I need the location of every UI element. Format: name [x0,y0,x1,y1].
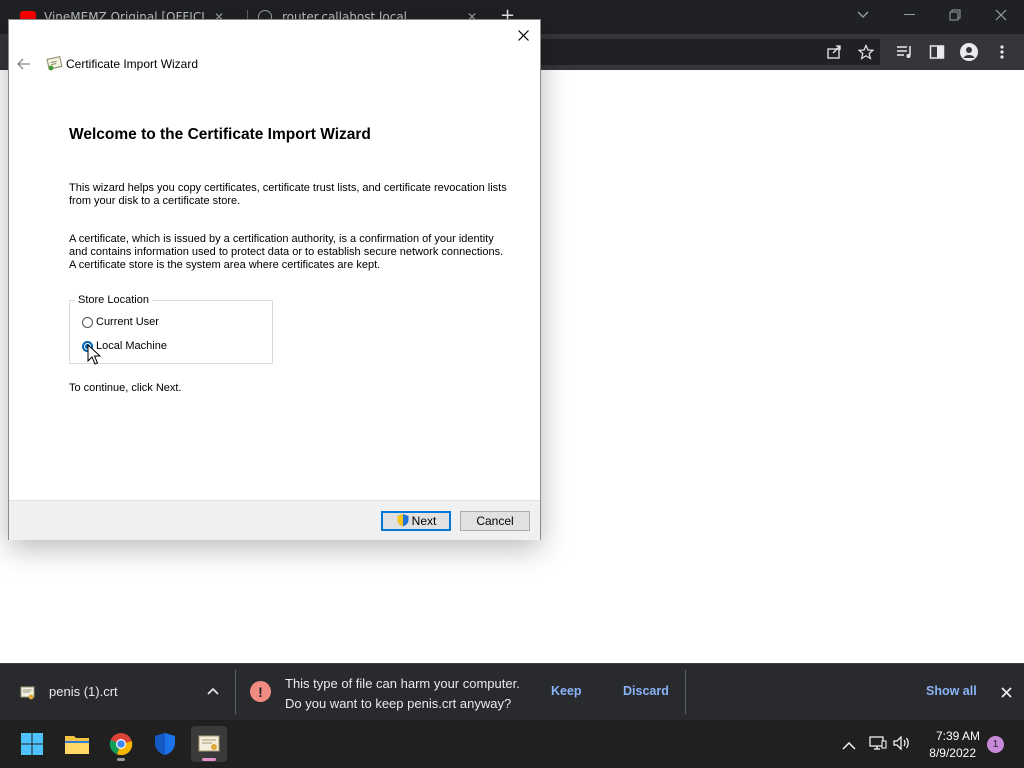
uac-shield-icon [396,513,410,530]
wizard-description: This wizard helps you copy certificates,… [69,182,507,207]
dialog-footer: Next Cancel [9,500,540,540]
window-close-icon[interactable] [978,0,1024,30]
radio-current-user[interactable]: Current User [82,316,159,328]
warning-text-line2: Do you want to keep penis.crt anyway? [285,696,512,711]
certificate-app-icon[interactable] [191,726,227,762]
download-shelf: penis (1).crt ! This type of file can ha… [0,663,1024,720]
cancel-button[interactable]: Cancel [460,511,530,531]
divider [685,670,686,714]
certificate-icon [45,56,63,72]
start-icon[interactable] [14,726,50,762]
media-control-icon[interactable] [895,42,915,62]
certificate-import-wizard-dialog: Certificate Import Wizard Welcome to the… [8,19,541,540]
mouse-pointer-icon [87,343,102,366]
minimize-icon[interactable] [886,0,932,30]
dialog-title: Certificate Import Wizard [66,57,199,71]
notification-badge[interactable]: 1 [987,736,1004,753]
menu-kebab-icon[interactable] [992,42,1012,62]
clock-time[interactable]: 7:39 AM [920,729,980,743]
chrome-icon[interactable] [103,726,139,762]
show-all-button[interactable]: Show all [926,684,977,698]
back-arrow-icon[interactable] [13,55,35,73]
chevron-up-icon[interactable] [205,683,221,699]
tray-overflow-chevron-icon[interactable] [842,736,858,752]
divider [235,670,236,714]
file-explorer-icon[interactable] [59,726,95,762]
running-indicator [117,758,125,761]
continue-instruction: To continue, click Next. [69,382,182,394]
tab-search-icon[interactable] [840,0,886,30]
close-download-bar-icon[interactable] [998,684,1014,700]
wizard-heading: Welcome to the Certificate Import Wizard [69,126,371,143]
discard-button[interactable]: Discard [623,684,669,698]
warning-text-line1: This type of file can harm your computer… [285,676,520,691]
radio-button[interactable] [82,316,93,328]
dialog-close-icon[interactable] [514,26,532,44]
radio-label: Current User [96,316,159,328]
restore-icon[interactable] [932,0,978,30]
warning-icon: ! [250,681,271,702]
share-icon[interactable] [824,42,844,62]
next-label: Next [411,514,437,528]
download-filename[interactable]: penis (1).crt [49,684,118,699]
network-icon[interactable] [869,735,887,755]
next-button[interactable]: Next [381,511,451,531]
file-crt-icon [20,685,36,701]
store-location-legend: Store Location [75,294,152,306]
certificate-explanation: A certificate, which is issued by a cert… [69,233,504,271]
windows-security-icon[interactable] [147,726,183,762]
bookmark-star-icon[interactable] [856,42,876,62]
clock-date[interactable]: 8/9/2022 [920,746,976,760]
active-indicator [202,758,216,761]
keep-button[interactable]: Keep [551,684,582,698]
side-panel-icon[interactable] [927,42,947,62]
volume-icon[interactable] [893,735,911,755]
profile-icon[interactable] [959,42,979,62]
radio-label: Local Machine [96,340,167,352]
